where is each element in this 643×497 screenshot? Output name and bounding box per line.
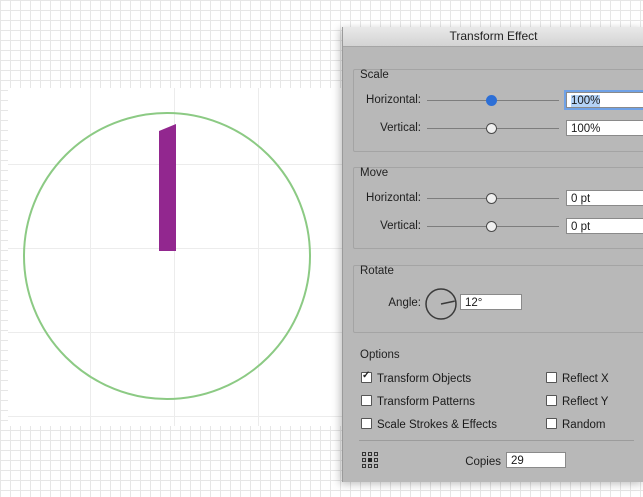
reflect-y-box[interactable] — [546, 395, 557, 406]
reflect-x-checkbox[interactable]: Reflect X — [546, 372, 609, 385]
random-label: Random — [562, 419, 606, 431]
reflect-y-label: Reflect Y — [562, 396, 609, 408]
rotate-angle-input[interactable]: 12° — [460, 294, 522, 310]
scale-section-title: Scale — [360, 69, 389, 81]
options-divider — [359, 440, 634, 441]
move-horizontal-knob[interactable] — [486, 193, 497, 204]
scale-vertical-label: Vertical: — [380, 122, 421, 134]
transform-objects-checkbox[interactable]: Transform Objects — [361, 370, 472, 385]
transform-patterns-checkbox[interactable]: Transform Patterns — [361, 395, 475, 408]
dialog-title: Transform Effect — [343, 27, 643, 47]
reference-point-icon[interactable] — [361, 451, 379, 469]
move-horizontal-label: Horizontal: — [366, 192, 421, 204]
copies-label: Copies — [465, 456, 501, 468]
move-section-title: Move — [360, 167, 389, 179]
artboard — [8, 88, 342, 426]
move-vertical-input[interactable]: 0 pt — [566, 218, 643, 234]
move-section — [353, 167, 643, 249]
random-checkbox[interactable]: Random — [546, 418, 605, 431]
scale-vertical-knob[interactable] — [486, 123, 497, 134]
scale-horizontal-label: Horizontal: — [366, 94, 421, 106]
purple-bar-shape[interactable] — [159, 124, 176, 251]
scale-vertical-input[interactable]: 100% — [566, 120, 643, 136]
reflect-y-checkbox[interactable]: Reflect Y — [546, 395, 608, 408]
transform-effect-dialog: Transform Effect Scale Horizontal: 100% … — [342, 27, 643, 482]
angle-dial-icon[interactable] — [424, 287, 458, 321]
scale-horizontal-input[interactable]: 100% — [566, 92, 643, 108]
scale-section — [353, 69, 643, 152]
random-box[interactable] — [546, 418, 557, 429]
transform-objects-box[interactable] — [361, 370, 372, 383]
reflect-x-label: Reflect X — [562, 373, 609, 385]
transform-patterns-label: Transform Patterns — [377, 396, 475, 408]
artwork-canvas — [23, 112, 311, 400]
options-section-title: Options — [360, 349, 400, 361]
rotate-angle-label: Angle: — [388, 297, 421, 309]
move-horizontal-input[interactable]: 0 pt — [566, 190, 643, 206]
transform-patterns-box[interactable] — [361, 395, 372, 406]
move-vertical-knob[interactable] — [486, 221, 497, 232]
transform-objects-label: Transform Objects — [377, 373, 472, 385]
scale-strokes-box[interactable] — [361, 418, 372, 429]
move-vertical-label: Vertical: — [380, 220, 421, 232]
rotate-section-title: Rotate — [360, 265, 394, 277]
copies-input[interactable]: 29 — [506, 452, 566, 468]
reflect-x-box[interactable] — [546, 372, 557, 383]
scale-strokes-label: Scale Strokes & Effects — [377, 419, 497, 431]
scale-horizontal-knob[interactable] — [486, 95, 497, 106]
scale-strokes-checkbox[interactable]: Scale Strokes & Effects — [361, 418, 497, 431]
